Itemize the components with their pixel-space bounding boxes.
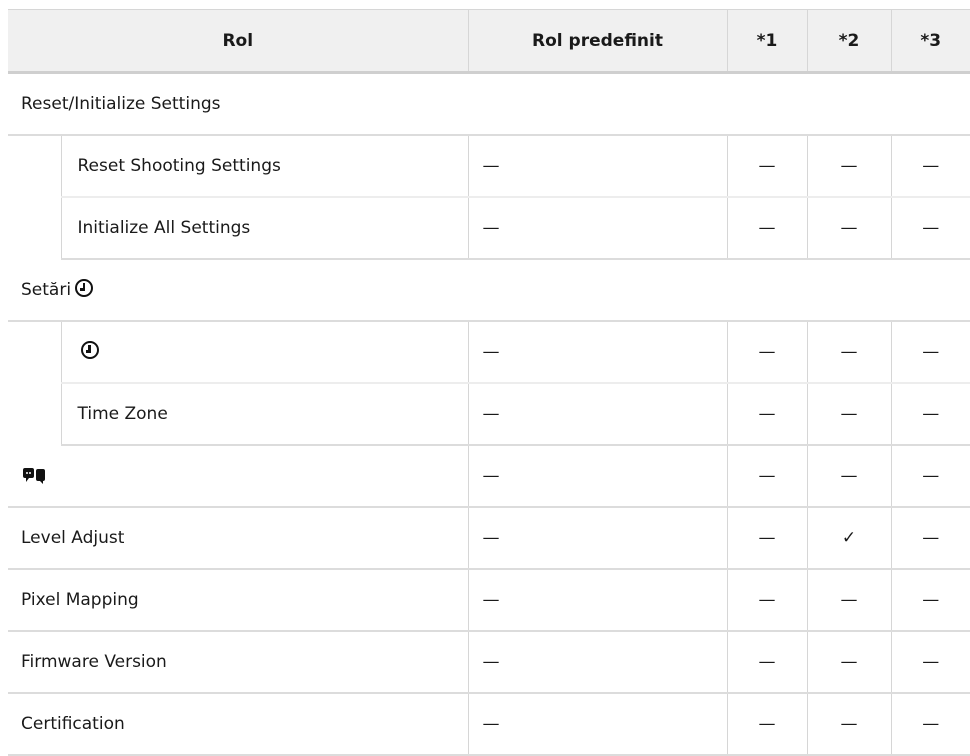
header-col-1: *1	[727, 9, 808, 74]
settings-table: Rol Rol predefinit *1 *2 *3 Reset/Initia…	[8, 9, 970, 756]
col3-value: —	[891, 692, 970, 756]
default-value: —	[468, 692, 728, 756]
col3-value: —	[891, 568, 970, 632]
col1-value: —	[727, 444, 808, 508]
default-value: —	[468, 320, 728, 384]
row-label-clock	[60, 320, 469, 384]
col2-value: —	[807, 320, 892, 384]
default-value: —	[468, 630, 728, 694]
row-label-certification: Certification	[8, 692, 469, 756]
check-icon: ✓	[807, 506, 892, 570]
col1-value: —	[727, 320, 808, 384]
col3-value: —	[891, 506, 970, 570]
header-rol: Rol	[8, 9, 469, 74]
table-row: Certification — — — —	[8, 692, 970, 756]
group-label-setari-cell: Setări	[8, 258, 970, 322]
header-rol-predefinit: Rol predefinit	[468, 9, 728, 74]
row-label-reset-shooting: Reset Shooting Settings	[60, 134, 469, 198]
col2-value: —	[807, 692, 892, 756]
col2-value: —	[807, 134, 892, 198]
col2-value: —	[807, 196, 892, 260]
default-value: —	[468, 506, 728, 570]
header-row: Rol Rol predefinit *1 *2 *3	[8, 9, 970, 74]
indent-cell	[8, 321, 61, 445]
col3-value: —	[891, 444, 970, 508]
row-label-initialize-all: Initialize All Settings	[60, 196, 469, 260]
col1-value: —	[727, 382, 808, 446]
col3-value: —	[891, 382, 970, 446]
row-label-level-adjust: Level Adjust	[8, 506, 469, 570]
clock-icon	[80, 341, 99, 359]
col3-value: —	[891, 320, 970, 384]
table-row: — — — —	[8, 320, 970, 384]
col3-value: —	[891, 196, 970, 260]
col1-value: —	[727, 506, 808, 570]
table-row: Time Zone — — — —	[8, 382, 970, 446]
default-value: —	[468, 382, 728, 446]
indent-cell	[8, 135, 61, 259]
group-label-reset: Reset/Initialize Settings	[8, 72, 970, 136]
header-col-3: *3	[891, 9, 970, 74]
col1-value: —	[727, 196, 808, 260]
clock-icon	[75, 279, 94, 297]
col3-value: —	[891, 134, 970, 198]
header-col-2: *2	[807, 9, 892, 74]
default-value: —	[468, 568, 728, 632]
col1-value: —	[727, 134, 808, 198]
table-row: Firmware Version — — — —	[8, 630, 970, 694]
col2-value: —	[807, 630, 892, 694]
row-label-time-zone: Time Zone	[60, 382, 469, 446]
default-value: —	[468, 196, 728, 260]
group-label-setari: Setări	[21, 280, 72, 300]
table-row: Level Adjust — — ✓ —	[8, 506, 970, 570]
table-row: Initialize All Settings — — — —	[8, 196, 970, 260]
col2-value: —	[807, 444, 892, 508]
col3-value: —	[891, 630, 970, 694]
table-row: Reset Shooting Settings — — — —	[8, 134, 970, 198]
default-value: —	[468, 444, 728, 508]
col2-value: —	[807, 568, 892, 632]
table-row: — — — —	[8, 444, 970, 508]
col1-value: —	[727, 692, 808, 756]
group-row-setari: Setări	[8, 258, 970, 322]
row-label-pixel-mapping: Pixel Mapping	[8, 568, 469, 632]
col1-value: —	[727, 630, 808, 694]
table-row: Pixel Mapping — — — —	[8, 568, 970, 632]
language-icon	[21, 467, 468, 485]
row-label-firmware-version: Firmware Version	[8, 630, 469, 694]
col1-value: —	[727, 568, 808, 632]
group-row-reset: Reset/Initialize Settings	[8, 72, 970, 136]
col2-value: —	[807, 382, 892, 446]
default-value: —	[468, 134, 728, 198]
row-label-language	[8, 444, 469, 508]
